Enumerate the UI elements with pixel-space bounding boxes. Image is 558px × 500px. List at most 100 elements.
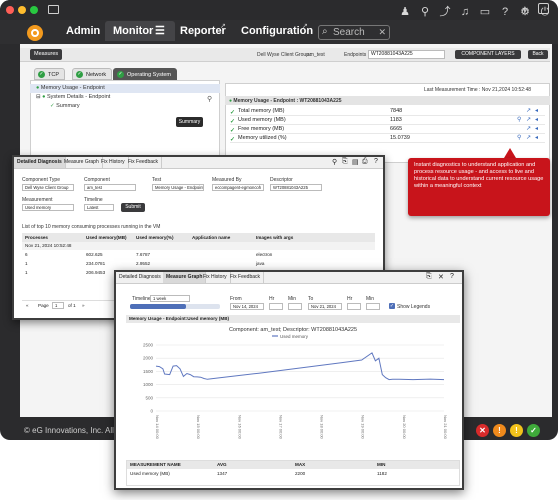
timeline-select[interactable]: 1 week [150,295,190,302]
bell-icon[interactable]: ♫ [458,5,472,19]
help-icon[interactable]: ? [374,158,378,165]
help-icon[interactable]: ? [498,5,512,19]
tab-fix-feedback[interactable]: Fix Feedback [227,272,265,283]
graph-icon[interactable]: ↗ [526,125,531,132]
endpoint-select[interactable]: WT20881043A225 [368,50,445,59]
from-hour-select[interactable] [269,303,283,310]
close-window-button[interactable] [6,6,14,14]
search-input[interactable]: ⌕ Search ✕ [318,25,390,40]
breadcrumb[interactable]: Measures [30,49,63,60]
stats-row: Used memory (MB) 1347 2200 1182 [127,470,459,478]
external-link-icon[interactable]: ↗ [220,22,226,30]
logout-icon[interactable]: ⏻ [538,5,552,19]
tree-item-memory-usage[interactable]: ● Memory Usage - Endpoint [36,85,105,91]
to-date-input[interactable]: Nov 21, 2024 [308,303,342,310]
x-tick-label: Nov 15 00:00 [196,415,201,440]
nav-tab-configuration[interactable]: Configuration [233,21,321,41]
magnifier-icon[interactable]: ⚲ [517,116,521,123]
x-tick-label: Nov 17 00:00 [278,415,283,440]
magnifier-icon[interactable]: ⚲ [332,158,337,166]
component-select[interactable]: am_test [84,184,136,191]
table-cell: 234.0781 [86,261,106,266]
collapse-icon[interactable]: ⊟ [36,94,41,100]
tree-item-memory-usage-label: Memory Usage - Endpoint [40,85,105,91]
measured-by-select[interactable]: eccompagent-egmoncoh [212,184,264,191]
eg-logo[interactable] [27,25,43,41]
nav-tab-monitor[interactable]: Monitor ☰ [105,21,175,41]
endpoints-label: Endpoints : [344,52,370,58]
test-select[interactable]: Memory Usage - Endpoint [152,184,204,191]
major-alarm-icon[interactable]: ! [493,424,506,437]
monitor-icon[interactable]: ▭ [478,5,492,19]
speaker-icon[interactable]: ◂ [535,134,538,141]
graph-tabs: Detailed Diagnosis Measure Graph Fix His… [116,272,462,284]
layer-tab-operating-system[interactable]: ✓ Operating System [113,68,178,80]
speaker-icon[interactable]: ◂ [535,125,538,132]
tab-fix-feedback[interactable]: Fix Feedback [125,157,163,168]
help-icon[interactable]: ? [450,273,454,280]
show-legends-label: Show Legends [397,304,431,310]
chart-title: Component: am_test; Descriptor: WT208810… [229,327,357,333]
x-tick-label: Nov 19 00:00 [361,415,366,440]
submit-button[interactable]: Submit [121,203,145,212]
measurement-select[interactable]: Used memory [22,204,74,211]
last-page-icon[interactable]: » [82,303,85,308]
stats-cell: 1182 [377,471,387,476]
external-link-icon[interactable]: ↗ [302,22,308,30]
from-date-input[interactable]: Nov 14, 2024 [230,303,264,310]
measure-title-label: Memory Usage - Endpoint : WT20881043A225 [233,98,342,104]
sidebar-toggle-icon[interactable] [48,5,59,14]
clear-search-icon[interactable]: ✕ [378,27,386,38]
normal-status-icon[interactable]: ✓ [527,424,540,437]
first-page-icon[interactable]: « [26,303,29,308]
to-hour-select[interactable] [347,303,361,310]
back-button[interactable]: Back [528,50,548,59]
export-icon[interactable]: ⎘ [342,158,348,166]
component-type-select[interactable]: Dell Wyse Client Group [22,184,74,191]
tab-measure-graph[interactable]: Measure Graph [61,157,103,168]
y-axis-ticks: 0 500 1000 1500 2000 2500 [143,343,154,414]
export-icon[interactable]: ⎘ [426,273,432,281]
critical-alarm-icon[interactable]: ✕ [476,424,489,437]
table-row[interactable]: 1 234.0781 2.9552 java [22,260,375,268]
tab-detailed-diagnosis[interactable]: Detailed Diagnosis [116,272,165,283]
chart-grid [156,344,444,412]
magnifier-icon[interactable]: ⚲ [207,95,212,103]
tree-item-system-details[interactable]: ⊟ ● System Details - Endpoint [36,94,110,100]
minimize-window-button[interactable] [18,6,26,14]
settings-icon[interactable]: ⚙ [518,5,532,19]
from-min-select[interactable] [288,303,302,310]
timeline-slider[interactable] [130,304,220,309]
hamburger-menu-icon[interactable]: ☰ [155,21,165,41]
show-legends-checkbox[interactable]: ✓ [389,303,395,309]
nav-tab-admin[interactable]: Admin [58,21,108,41]
magnifier-icon[interactable]: ⚲ [517,134,521,141]
link-icon[interactable]: ⚲ [418,5,432,19]
minor-alarm-icon[interactable]: ! [510,424,523,437]
timeline-select[interactable]: Latest [84,204,114,211]
user-icon[interactable]: ♟ [398,5,412,19]
field-label: Descriptor [270,177,293,183]
component-layers-button[interactable]: COMPONENT LAYERS [455,50,521,59]
print-icon[interactable]: ⎙ [362,158,368,166]
speaker-icon[interactable]: ◂ [535,116,538,123]
pdf-icon[interactable]: ▤ [352,158,359,166]
tab-detailed-diagnosis[interactable]: Detailed Diagnosis [14,157,66,168]
graph-icon[interactable]: ↗ [526,116,531,123]
page-input[interactable]: 1 [52,302,64,309]
share-icon[interactable]: ⤴ [438,5,452,19]
speaker-icon[interactable]: ◂ [535,107,538,114]
to-min-select[interactable] [366,303,380,310]
close-icon[interactable]: ✕ [438,273,444,281]
measure-value: 7848 [390,108,403,114]
maximize-window-button[interactable] [30,6,38,14]
graph-icon[interactable]: ↗ [526,134,531,141]
descriptor-select[interactable]: WT20881043A225 [270,184,322,191]
layer-tab-tcp[interactable]: ✓ TCP [34,68,65,80]
table-row[interactable]: 6 602.625 7.6787 electron [22,251,375,259]
endpoint-select-value: WT20881043A225 [371,51,413,57]
graph-icon[interactable]: ↗ [526,107,531,114]
layer-tab-network[interactable]: ✓ Network [72,68,113,80]
tree-item-summary[interactable]: ✓ Summary [50,103,80,109]
column-header: MEASUREMENT NAME [130,462,181,467]
